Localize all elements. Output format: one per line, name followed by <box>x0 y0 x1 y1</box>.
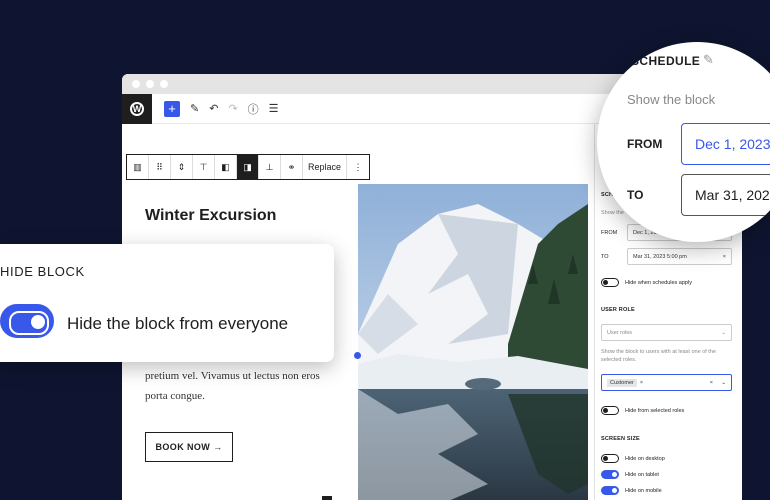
redo-icon[interactable]: ↷ <box>228 102 237 115</box>
move-arrows-icon[interactable]: ⇕ <box>171 155 193 179</box>
hide-tablet-toggle[interactable] <box>601 470 619 479</box>
chevron-down-icon: ⌄ <box>721 329 726 336</box>
show-the-label: Show the <box>601 210 624 216</box>
hide-everyone-label: Hide the block from everyone <box>67 314 289 333</box>
user-role-header: USER ROLE <box>601 307 635 313</box>
wordpress-icon: W <box>130 101 144 116</box>
window-dot <box>160 80 168 88</box>
block-type-icon[interactable]: ▥ <box>127 155 149 179</box>
pencil-icon[interactable]: ✎ <box>190 102 199 115</box>
hide-desktop-label: Hide on desktop <box>625 456 665 462</box>
block-paragraph[interactable]: pretium vel. Vivamus ut lectus non eros … <box>145 366 335 406</box>
book-now-button[interactable]: BOOK NOW → <box>145 432 233 462</box>
window-dot <box>132 80 140 88</box>
remove-role-icon[interactable]: × <box>640 380 643 386</box>
hide-block-title: HIDE BLOCK <box>0 264 85 279</box>
hide-when-scheduled-label: Hide when schedules apply <box>625 280 692 286</box>
vertical-align-icon[interactable]: ⊥ <box>259 155 281 179</box>
resize-handle[interactable] <box>354 352 361 359</box>
block-toolbar: ▥ ⠿ ⇕ ⊤ ◧ ◨ ⊥ ⚭ Replace ⋮ <box>126 154 371 180</box>
pencil-icon[interactable]: ✎ <box>703 52 714 68</box>
to-date-input[interactable]: Mar 31, 2023 <box>681 174 770 216</box>
undo-icon[interactable]: ↶ <box>209 102 218 115</box>
from-label: FROM <box>601 230 618 236</box>
screen-size-header: SCREEN SIZE <box>601 436 640 442</box>
chevron-down-icon[interactable]: ⌄ <box>721 380 726 386</box>
align-icon[interactable]: ⊤ <box>193 155 215 179</box>
wordpress-logo[interactable]: W <box>122 93 152 124</box>
to-date-value: Mar 31, 2023 5:00 pm <box>633 253 687 260</box>
window-dot <box>146 80 154 88</box>
hide-everyone-toggle[interactable] <box>0 304 54 338</box>
drag-handle-icon[interactable]: ⠿ <box>149 155 171 179</box>
winter-landscape-image[interactable] <box>358 184 588 500</box>
hide-block-card: HIDE BLOCK Hide the block from everyone <box>0 244 334 362</box>
clear-icon[interactable]: × <box>710 380 713 386</box>
hide-mobile-label: Hide on mobile <box>625 488 662 494</box>
to-date-field[interactable]: Mar 31, 2023 5:00 pm × <box>627 248 732 265</box>
hide-desktop-toggle[interactable] <box>601 454 619 463</box>
user-roles-placeholder: User roles <box>607 329 633 336</box>
user-roles-select[interactable]: User roles ⌄ <box>601 324 732 341</box>
hide-tablet-label: Hide on tablet <box>625 472 659 478</box>
info-icon[interactable]: ⓘ <box>248 101 259 117</box>
clear-icon[interactable]: × <box>723 254 726 260</box>
schedule-header: SCHEDULE <box>631 54 701 68</box>
toggle-knob <box>31 315 45 329</box>
hide-mobile-toggle[interactable] <box>601 486 619 495</box>
hide-when-scheduled-toggle[interactable] <box>601 278 619 287</box>
hide-selected-roles-label: Hide from selected roles <box>625 408 685 414</box>
hide-selected-roles-toggle[interactable] <box>601 406 619 415</box>
more-options-button[interactable]: ⋮ <box>347 155 369 179</box>
from-label: FROM <box>627 137 663 151</box>
from-date-input[interactable]: Dec 1, 2023 <box>681 123 770 165</box>
role-token: Customer <box>607 378 637 387</box>
to-label: TO <box>601 254 609 260</box>
to-label: TO <box>627 188 644 202</box>
role-token-field[interactable]: Customer × × ⌄ <box>601 374 732 391</box>
block-corner-handle[interactable] <box>322 496 332 500</box>
block-heading[interactable]: Winter Excursion <box>145 207 276 225</box>
replace-button[interactable]: Replace <box>303 155 348 179</box>
media-right-icon[interactable]: ◨ <box>237 155 259 179</box>
show-block-label: Show the block <box>627 92 716 107</box>
user-roles-help: Show the block to users with at least on… <box>601 349 716 363</box>
plus-icon[interactable]: + <box>164 100 180 117</box>
list-view-icon[interactable]: ☰ <box>269 102 279 115</box>
link-icon[interactable]: ⚭ <box>281 155 303 179</box>
media-left-icon[interactable]: ◧ <box>215 155 237 179</box>
